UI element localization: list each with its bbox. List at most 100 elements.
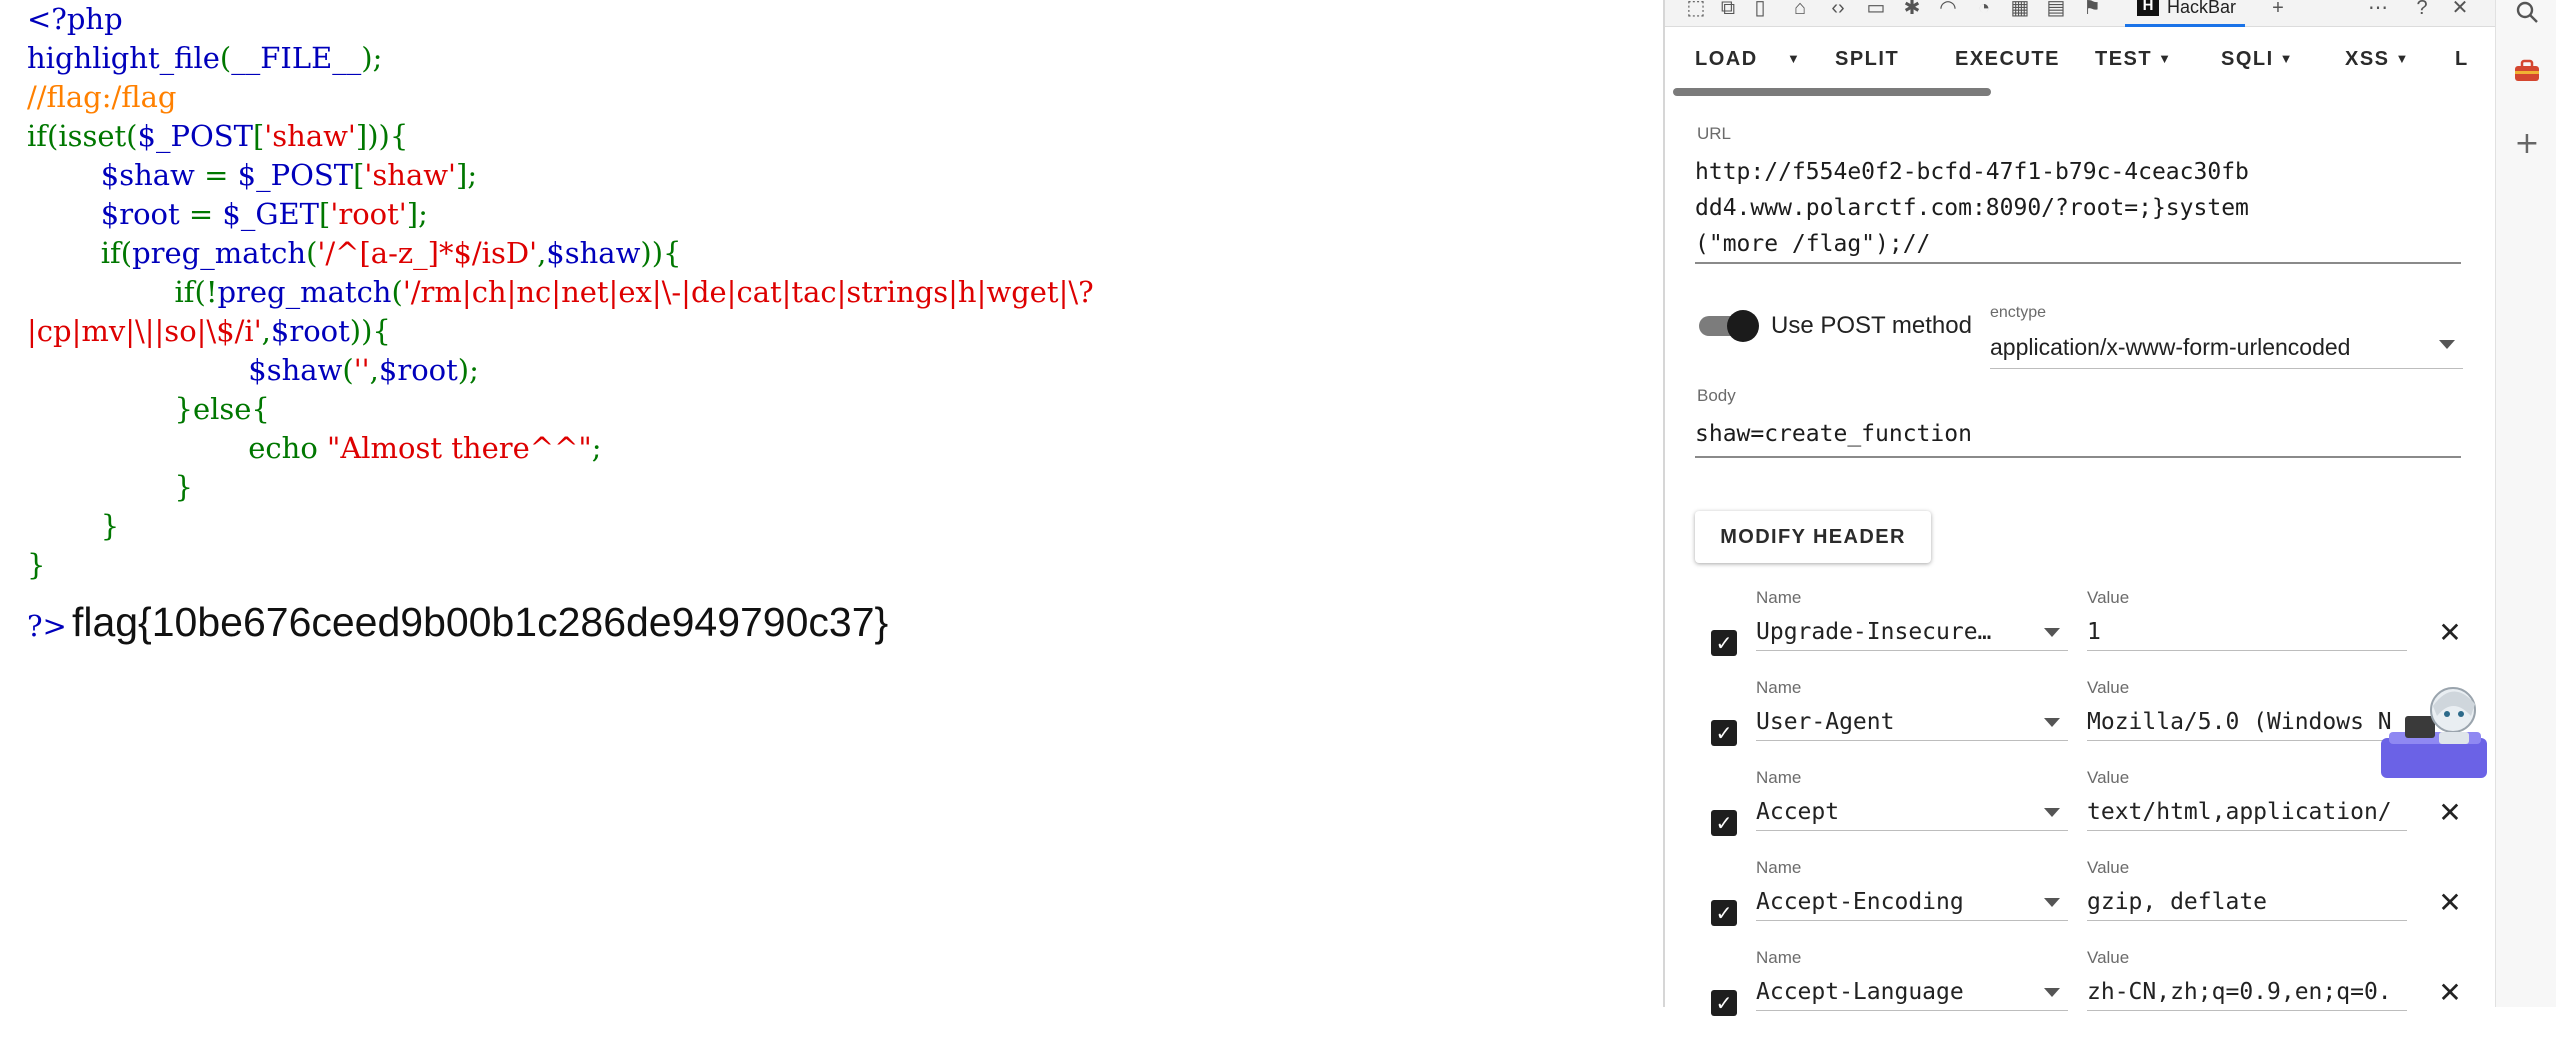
modify-header-button[interactable]: MODIFY HEADER: [1695, 511, 1931, 563]
chevron-down-icon: [2044, 808, 2060, 817]
header-enabled-checkbox[interactable]: ✓: [1711, 900, 1737, 926]
header-name-select[interactable]: Accept-Language: [1756, 970, 2068, 1011]
code-token: $root: [270, 314, 350, 348]
more-icon[interactable]: ⋯: [2365, 0, 2391, 18]
code-token: ;: [591, 431, 602, 465]
enctype-select[interactable]: application/x-www-form-urlencoded: [1990, 330, 2463, 369]
close-devtools-icon[interactable]: ✕: [2447, 0, 2473, 18]
menu-sqli-button[interactable]: SQLI ▼: [2221, 44, 2294, 74]
performance-icon[interactable]: ◔: [1971, 0, 1997, 18]
code-line: echo "Almost there^^";: [27, 429, 1647, 468]
menu-split-button[interactable]: SPLIT: [1835, 44, 1899, 74]
header-value-field[interactable]: text/html,application/: [2087, 790, 2407, 831]
header-name-select[interactable]: Accept: [1756, 790, 2068, 831]
header-value: Mozilla/5.0 (Windows N: [2087, 709, 2392, 735]
application-icon[interactable]: ▤: [2043, 0, 2069, 18]
home-icon[interactable]: ⌂: [1787, 0, 1813, 18]
code-token: ,: [369, 353, 379, 387]
delete-header-icon[interactable]: ✕: [2435, 888, 2465, 918]
code-line: if(preg_match('/^[a-z_]*$/isD',$shaw)){: [27, 234, 1647, 273]
header-name-value: Accept-Language: [1756, 979, 1964, 1005]
delete-header-icon[interactable]: ✕: [2435, 978, 2465, 1008]
code-token: //flag:/flag: [27, 80, 177, 114]
code-token: '': [353, 353, 370, 387]
menu-execute-button[interactable]: EXECUTE: [1955, 44, 2060, 74]
code-token: )){: [640, 236, 682, 270]
delete-header-icon[interactable]: ✕: [2435, 798, 2465, 828]
toolbox-icon[interactable]: [2510, 58, 2544, 92]
header-row: ✓ Name Accept-Encoding Value gzip, deflate ✕: [1665, 858, 2497, 948]
code-token: [: [319, 197, 331, 231]
header-name-select[interactable]: User-Agent: [1756, 700, 2068, 741]
menu-label: EXECUTE: [1955, 48, 2060, 70]
header-enabled-checkbox[interactable]: ✓: [1711, 720, 1737, 746]
menu-label: TEST: [2095, 48, 2153, 70]
code-line: $root = $_GET['root'];: [27, 195, 1647, 234]
code-token: [: [353, 158, 365, 192]
header-value-field[interactable]: 1: [2087, 610, 2407, 651]
code-token: "Almost there^^": [327, 431, 592, 465]
code-token: (: [219, 41, 232, 75]
code-token: ];: [456, 158, 478, 192]
code-token: ])){: [355, 119, 409, 153]
lighthouse-icon[interactable]: ⚑: [2079, 0, 2105, 18]
mascot-image: [2381, 687, 2487, 778]
add-icon[interactable]: +: [2510, 126, 2544, 161]
header-name-value: User-Agent: [1756, 709, 1895, 735]
header-name-select[interactable]: Accept-Encoding: [1756, 880, 2068, 921]
chevron-down-icon: [2044, 718, 2060, 727]
url-label: URL: [1697, 124, 1732, 143]
code-token: $shaw: [248, 353, 343, 387]
hackbar-menu: LOAD ▼ SPLIT EXECUTE TEST ▼ SQLI ▼ XSS ▼ L: [1665, 30, 2497, 86]
header-value-field[interactable]: Mozilla/5.0 (Windows N: [2087, 700, 2407, 741]
memory-icon[interactable]: ▦: [2007, 0, 2033, 18]
header-name-value: Accept: [1756, 799, 1840, 825]
help-icon[interactable]: ?: [2409, 0, 2435, 18]
url-field[interactable]: http://f554e0f2-bcfd-47f1-b79c-4ceac30fb…: [1695, 150, 2461, 264]
menu-l-button[interactable]: L: [2455, 44, 2469, 74]
network-icon[interactable]: ◠: [1935, 0, 1961, 18]
menu-label: SQLI: [2221, 48, 2274, 70]
header-enabled-checkbox[interactable]: ✓: [1711, 990, 1737, 1016]
code-token: 'root': [330, 197, 407, 231]
header-value-field[interactable]: gzip, deflate: [2087, 880, 2407, 921]
header-value-label: Value: [2087, 948, 2130, 967]
add-tab-icon[interactable]: +: [2265, 0, 2291, 18]
bug-icon[interactable]: ✱: [1899, 0, 1925, 18]
web-page: <?php highlight_file(__FILE__);//flag:/fl…: [0, 0, 1663, 1007]
tab-hackbar[interactable]: H HackBar: [2125, 0, 2245, 27]
header-enabled-checkbox[interactable]: ✓: [1711, 810, 1737, 836]
code-token: =: [188, 197, 223, 231]
code-token: $_POST: [137, 119, 253, 153]
device-icon[interactable]: ▯: [1747, 0, 1773, 18]
menu-scrollbar[interactable]: [1673, 88, 1991, 96]
elements-icon[interactable]: ‹›: [1825, 0, 1851, 18]
responsive-icon[interactable]: ⧉: [1715, 0, 1741, 18]
menu-label: XSS: [2345, 48, 2390, 70]
devtools-panel: ⬚ ⧉ ▯ ⌂ ‹› ▭ ✱ ◠ ◔ ▦ ▤ ⚑ H HackBar + ⋯ ? …: [1663, 0, 2497, 1016]
body-field[interactable]: shaw=create_function: [1695, 412, 2461, 458]
header-enabled-checkbox[interactable]: ✓: [1711, 630, 1737, 656]
menu-xss-button[interactable]: XSS ▼: [2345, 44, 2410, 74]
code-line: $shaw = $_POST['shaw'];: [27, 156, 1647, 195]
body-value[interactable]: shaw=create_function: [1695, 412, 2461, 456]
menu-load-button[interactable]: LOAD: [1695, 44, 1758, 74]
use-post-toggle[interactable]: [1699, 310, 1759, 342]
code-line: if(!preg_match('/rm|ch|nc|net|ex|\-|de|c…: [27, 273, 1647, 312]
header-value-field[interactable]: zh-CN,zh;q=0.9,en;q=0.: [2087, 970, 2407, 1011]
console-icon[interactable]: ▭: [1863, 0, 1889, 18]
delete-header-icon[interactable]: ✕: [2435, 618, 2465, 648]
header-value-label: Value: [2087, 768, 2130, 787]
inspect-icon[interactable]: ⬚: [1683, 0, 1709, 18]
code-token: if(isset(: [27, 119, 138, 153]
menu-test-button[interactable]: TEST ▼: [2095, 44, 2173, 74]
header-name-select[interactable]: Upgrade-Insecure…: [1756, 610, 2068, 651]
hackbar-logo-icon: H: [2137, 0, 2159, 16]
load-dropdown-icon[interactable]: ▼: [1787, 44, 1801, 74]
search-icon[interactable]: [2510, 0, 2544, 34]
url-value[interactable]: http://f554e0f2-bcfd-47f1-b79c-4ceac30fb…: [1695, 154, 2255, 262]
header-row: ✓ Name User-Agent Value Mozilla/5.0 (Windows…: [1665, 678, 2497, 768]
code-token: $shaw: [100, 158, 205, 192]
code-token: $_GET: [222, 197, 320, 231]
code-token: 'shaw': [264, 119, 356, 153]
